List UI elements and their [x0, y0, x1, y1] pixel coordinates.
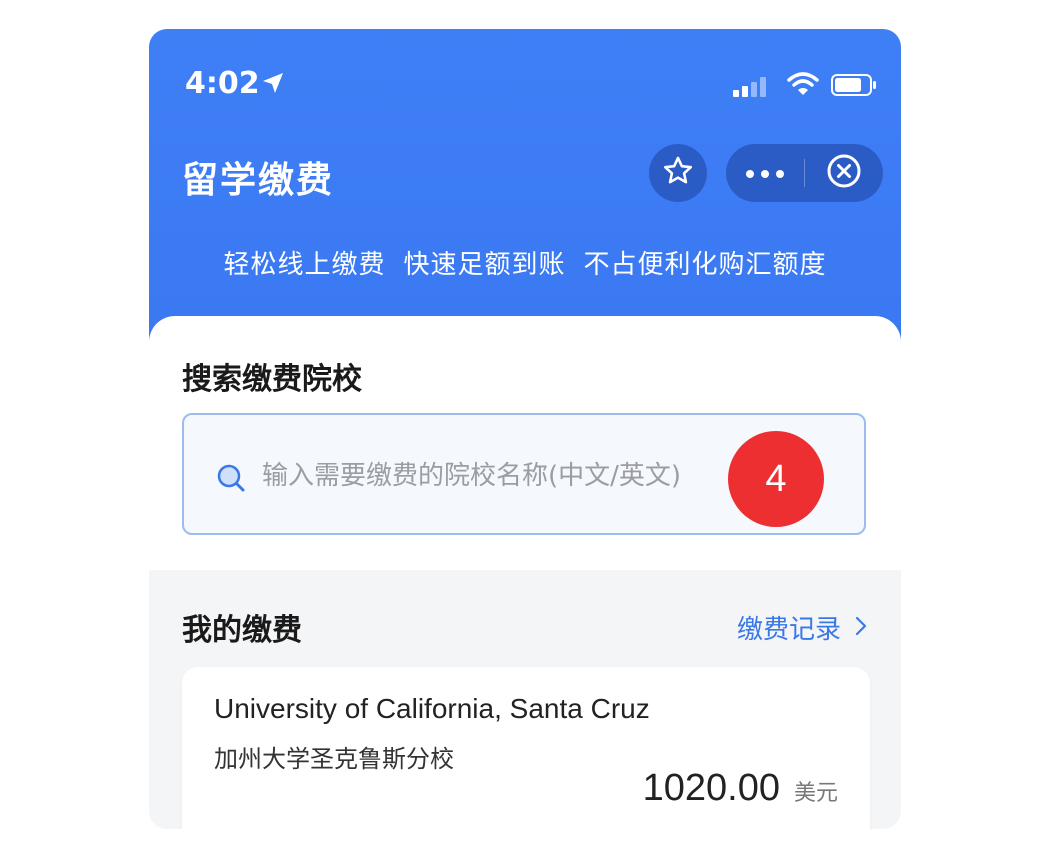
wifi-icon [787, 71, 819, 101]
mini-program-capsule [726, 144, 883, 202]
payment-records-label: 缴费记录 [736, 615, 841, 645]
university-name-en: University of California, Santa Cruz [214, 693, 650, 724]
header-banner: 4:02 留学缴费 轻松线上缴费 快速足额到账 不占便利化购汇额度 [149, 29, 901, 359]
more-dots-icon [745, 164, 785, 183]
status-time: 4:02 [185, 66, 260, 101]
school-search-input[interactable] [260, 451, 744, 501]
search-section: 搜索缴费院校 4 [149, 316, 901, 570]
school-search-box[interactable]: 4 [182, 413, 866, 535]
search-icon [216, 463, 246, 497]
close-button[interactable] [805, 144, 883, 202]
favorite-button[interactable] [649, 144, 707, 202]
payment-records-link[interactable]: 缴费记录 [737, 609, 867, 646]
university-name-cn: 加州大学圣克鲁斯分校 [214, 745, 454, 773]
feature-online-payment: 轻松线上缴费 [223, 250, 386, 280]
feature-fast-arrival: 快速足额到账 [403, 250, 566, 280]
star-icon [661, 154, 695, 192]
cellular-signal-icon [733, 77, 767, 101]
payment-amount: 1020.00 美元 [643, 767, 838, 810]
battery-icon [831, 74, 877, 100]
step-number-badge: 4 [728, 431, 824, 527]
page-title: 留学缴费 [182, 160, 335, 201]
amount-currency: 美元 [793, 781, 838, 806]
feature-slogans: 轻松线上缴费 快速足额到账 不占便利化购汇额度 [149, 244, 901, 281]
feature-quota-free: 不占便利化购汇额度 [583, 250, 827, 280]
search-section-title: 搜索缴费院校 [182, 362, 362, 397]
status-bar: 4:02 [185, 67, 877, 101]
close-circle-icon [826, 153, 862, 193]
my-payments-title: 我的缴费 [182, 613, 302, 648]
more-button[interactable] [726, 144, 804, 202]
chevron-right-icon [855, 613, 867, 643]
phone-screen: 4:02 留学缴费 轻松线上缴费 快速足额到账 不占便利化购汇额度 搜索缴费院校… [149, 29, 901, 829]
amount-value: 1020.00 [642, 767, 780, 809]
location-arrow-icon [261, 71, 285, 99]
payment-card[interactable]: University of California, Santa Cruz 加州大… [182, 667, 870, 829]
